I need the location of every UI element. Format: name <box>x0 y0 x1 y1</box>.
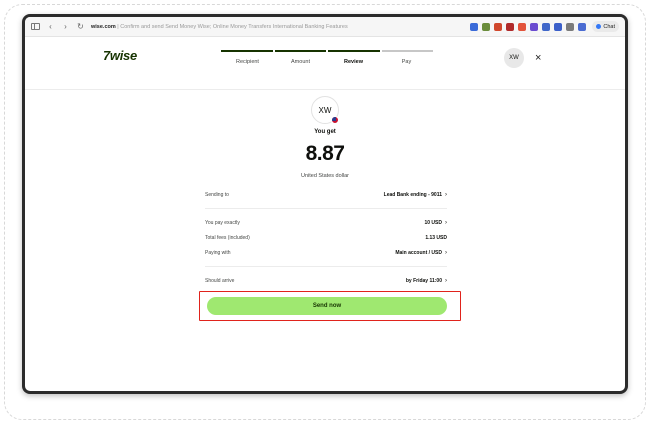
wise-logo[interactable]: 7wise <box>103 48 137 63</box>
you-pay-value: 10 USD <box>424 219 442 226</box>
sending-to-value: Lead Bank ending - 9011 <box>383 191 442 198</box>
sidebar-toggle-icon[interactable] <box>31 23 40 30</box>
extension-icon[interactable] <box>470 22 479 31</box>
fees-label: Total fees (included) <box>205 234 250 241</box>
extension-icon[interactable] <box>494 22 503 31</box>
you-pay-row[interactable]: You pay exactly 10 USD › <box>205 215 447 230</box>
chat-icon <box>596 24 602 29</box>
browser-toolbar: ‹ › ↻ wise.com | Confirm and send Send M… <box>25 17 625 37</box>
recipient-avatar: XW <box>311 96 339 124</box>
url-title: | Confirm and send Send Money Wise; Onli… <box>115 23 348 30</box>
chat-label: Chat <box>603 23 615 30</box>
browser-window: ‹ › ↻ wise.com | Confirm and send Send M… <box>22 14 628 394</box>
paying-with-value: Main account / USD <box>395 249 442 256</box>
you-get-label: You get <box>314 129 336 135</box>
arrival-value: by Friday 11:00 <box>405 277 442 284</box>
review-details: Sending to Lead Bank ending - 9011 › You … <box>205 187 447 288</box>
send-now-button[interactable]: Send now <box>207 297 447 315</box>
fees-value: 1.13 USD <box>425 234 447 241</box>
step-bar <box>381 50 433 52</box>
extensions-bar <box>470 22 587 31</box>
reload-icon[interactable]: ↻ <box>76 22 85 31</box>
sending-to-row[interactable]: Sending to Lead Bank ending - 9011 › <box>205 187 447 202</box>
step-bar <box>274 50 326 52</box>
chat-button[interactable]: Chat <box>592 21 619 32</box>
step-recipient[interactable]: Recipient <box>221 59 274 65</box>
forward-icon[interactable]: › <box>61 22 70 31</box>
step-bars <box>221 50 433 52</box>
chevron-right-icon: › <box>445 219 447 226</box>
us-flag-icon <box>331 116 339 124</box>
paying-with-label: Paying with <box>205 249 231 256</box>
extension-icon[interactable] <box>566 22 575 31</box>
divider <box>205 208 447 209</box>
paying-with-row[interactable]: Paying with Main account / USD › <box>205 245 447 260</box>
chevron-right-icon: › <box>445 249 447 256</box>
address-bar[interactable]: wise.com | Confirm and send Send Money W… <box>91 24 464 30</box>
currency-name: United States dollar <box>301 173 349 179</box>
fees-row: Total fees (included) 1.13 USD <box>205 230 447 245</box>
extension-icon[interactable] <box>530 22 539 31</box>
divider <box>205 266 447 267</box>
url-domain: wise.com <box>91 23 116 30</box>
arrival-label: Should arrive <box>205 277 235 284</box>
extension-icon[interactable] <box>506 22 515 31</box>
back-icon[interactable]: ‹ <box>46 22 55 31</box>
extension-icon[interactable] <box>542 22 551 31</box>
step-labels: Recipient Amount Review Pay <box>221 59 433 65</box>
step-amount[interactable]: Amount <box>274 59 327 65</box>
app-header: 7wise Recipient Amount Review Pay XW × <box>25 38 625 90</box>
progress-steps: Recipient Amount Review Pay <box>221 38 433 90</box>
arrival-row[interactable]: Should arrive by Friday 11:00 › <box>205 273 447 288</box>
step-bar <box>221 50 273 52</box>
chevron-right-icon: › <box>445 277 447 284</box>
extension-icon[interactable] <box>482 22 491 31</box>
sending-to-label: Sending to <box>205 191 229 198</box>
received-amount: 8.87 <box>305 142 345 165</box>
step-pay: Pay <box>401 59 412 65</box>
recipient-initials: XW <box>318 105 332 115</box>
screen: ‹ › ↻ wise.com | Confirm and send Send M… <box>25 17 625 391</box>
close-icon[interactable]: × <box>535 50 541 66</box>
account-avatar[interactable]: XW <box>504 48 524 68</box>
extension-icon[interactable] <box>518 22 527 31</box>
chevron-right-icon: › <box>445 191 447 198</box>
step-bar <box>328 50 380 52</box>
extension-icon[interactable] <box>578 22 587 31</box>
you-pay-label: You pay exactly <box>205 219 240 226</box>
extension-icon[interactable] <box>554 22 563 31</box>
step-review: Review <box>344 59 363 65</box>
